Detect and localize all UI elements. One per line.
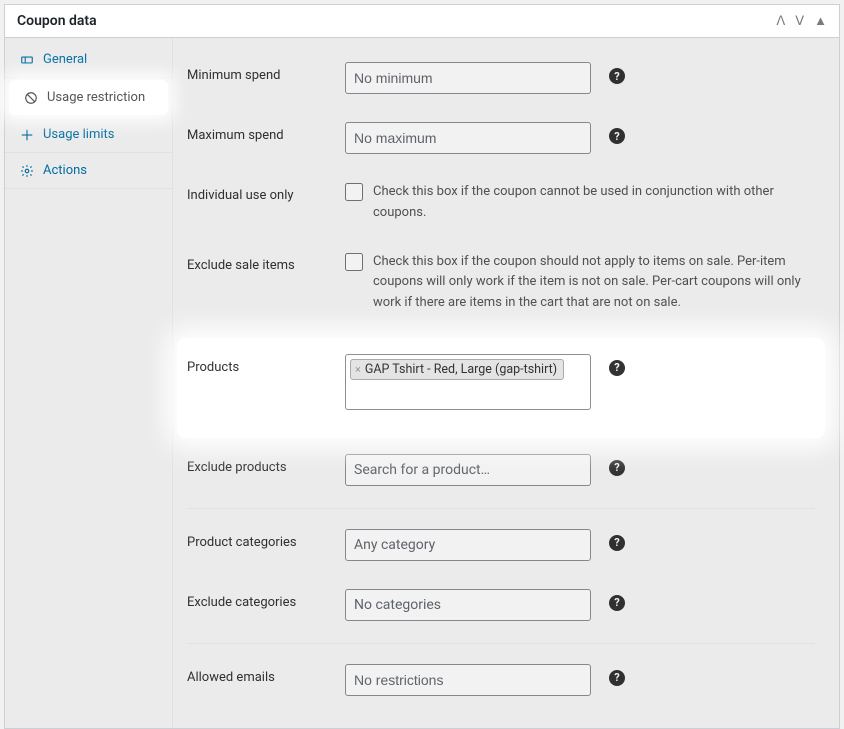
label-product-categories: Product categories [187, 529, 335, 550]
input-allowed-emails[interactable] [345, 664, 591, 696]
input-minimum-spend[interactable] [345, 62, 591, 94]
panel-title: Coupon data [17, 13, 97, 29]
tab-actions[interactable]: Actions [5, 153, 172, 189]
label-exclude-categories: Exclude categories [187, 589, 335, 610]
row-individual-use: Individual use only Check this box if th… [187, 172, 815, 242]
label-products: Products [187, 354, 335, 375]
label-maximum-spend: Maximum spend [187, 122, 335, 143]
row-exclude-categories: Exclude categories No categories ? [187, 579, 815, 639]
tab-general-label: General [43, 52, 87, 67]
label-allowed-emails: Allowed emails [187, 664, 335, 685]
tab-usage-restriction[interactable]: Usage restriction [9, 80, 168, 115]
input-maximum-spend[interactable] [345, 122, 591, 154]
product-chip-label: GAP Tshirt - Red, Large (gap-tshirt) [365, 362, 557, 377]
label-exclude-products: Exclude products [187, 454, 335, 475]
label-individual-use: Individual use only [187, 182, 335, 203]
select-products[interactable]: × GAP Tshirt - Red, Large (gap-tshirt) [345, 354, 591, 410]
placeholder-exclude-products: Search for a product… [354, 462, 490, 478]
desc-exclude-sale: Check this box if the coupon should not … [373, 252, 815, 314]
help-icon[interactable]: ? [609, 128, 625, 144]
divider [187, 508, 815, 509]
row-minimum-spend: Minimum spend ? [187, 52, 815, 112]
help-icon[interactable]: ? [609, 595, 625, 611]
checkbox-exclude-sale[interactable] [345, 253, 363, 271]
panel-toggle-icon[interactable]: ▲ [814, 13, 827, 29]
help-icon[interactable]: ? [609, 460, 625, 476]
divider [187, 643, 815, 644]
select-product-categories[interactable]: Any category [345, 529, 591, 561]
help-icon[interactable]: ? [609, 68, 625, 84]
row-product-categories: Product categories Any category ? [187, 519, 815, 579]
coupon-data-panel: Coupon data ᐱ ᐯ ▲ General Usage restrict… [4, 4, 840, 729]
placeholder-exclude-categories: No categories [354, 597, 441, 613]
desc-individual-use: Check this box if the coupon cannot be u… [373, 182, 815, 224]
tab-general[interactable]: General [5, 42, 172, 78]
help-icon[interactable]: ? [609, 535, 625, 551]
panel-header[interactable]: Coupon data ᐱ ᐯ ▲ [5, 5, 839, 38]
row-allowed-emails: Allowed emails ? [187, 654, 815, 714]
help-icon[interactable]: ? [609, 670, 625, 686]
row-exclude-sale: Exclude sale items Check this box if the… [187, 242, 815, 332]
tab-actions-label: Actions [43, 163, 87, 178]
gear-icon [19, 164, 35, 178]
tab-usage-restriction-label: Usage restriction [47, 90, 145, 105]
row-maximum-spend: Maximum spend ? [187, 112, 815, 172]
row-products: Products × GAP Tshirt - Red, Large (gap-… [177, 338, 825, 438]
target-icon [19, 128, 35, 142]
help-icon[interactable]: ? [609, 360, 625, 376]
placeholder-product-categories: Any category [354, 537, 435, 553]
label-minimum-spend: Minimum spend [187, 62, 335, 83]
label-exclude-sale: Exclude sale items [187, 252, 335, 273]
select-exclude-categories[interactable]: No categories [345, 589, 591, 621]
row-exclude-products: Exclude products Search for a product… ? [187, 444, 815, 504]
panel-body: General Usage restriction Usage limits A… [5, 38, 839, 728]
tab-usage-limits-label: Usage limits [43, 127, 114, 142]
chip-remove-icon[interactable]: × [355, 363, 361, 376]
block-icon [23, 91, 39, 105]
product-chip: × GAP Tshirt - Red, Large (gap-tshirt) [350, 359, 564, 380]
panel-move-up-icon[interactable]: ᐱ [776, 14, 785, 29]
panel-move-down-icon[interactable]: ᐯ [795, 14, 804, 29]
sidebar: General Usage restriction Usage limits A… [5, 38, 173, 728]
content-area: Minimum spend ? Maximum spend ? Individu… [173, 38, 839, 728]
select-exclude-products[interactable]: Search for a product… [345, 454, 591, 486]
tab-usage-limits[interactable]: Usage limits [5, 117, 172, 153]
checkbox-individual-use[interactable] [345, 183, 363, 201]
panel-actions: ᐱ ᐯ ▲ [776, 13, 827, 29]
coupon-icon [19, 53, 35, 67]
